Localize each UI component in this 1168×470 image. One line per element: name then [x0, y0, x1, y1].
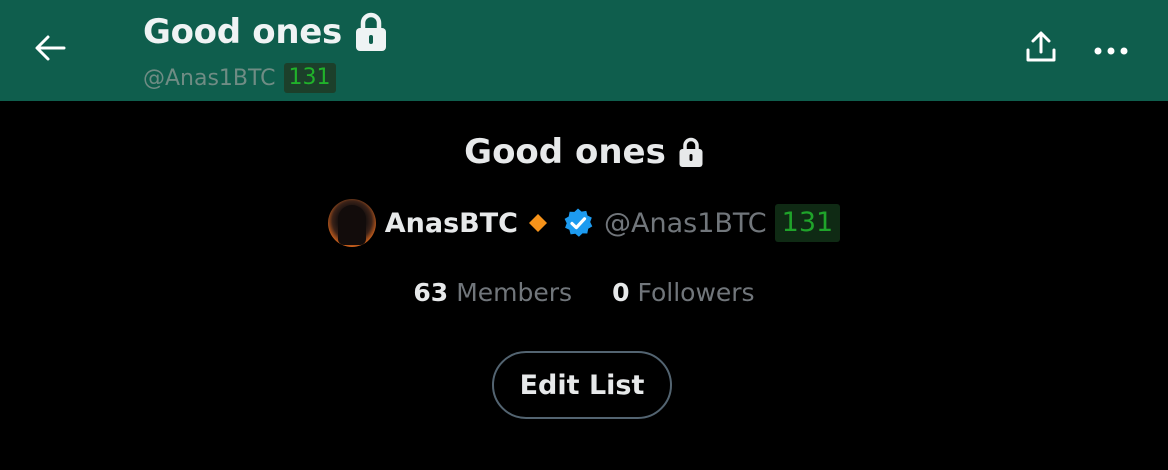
members-label: Members	[456, 277, 573, 307]
followers-count: 0	[612, 277, 630, 307]
header-handle: @Anas1BTC	[143, 65, 276, 91]
edit-list-label: Edit List	[519, 369, 645, 401]
orange-diamond-icon	[528, 213, 548, 233]
avatar[interactable]	[327, 199, 376, 247]
owner-count-badge: 131	[774, 204, 841, 242]
members-link[interactable]: 63 Members	[413, 278, 572, 307]
top-bar: Good ones @Anas1BTC 131	[0, 0, 1168, 101]
lock-icon	[678, 137, 704, 168]
more-horizontal-icon	[1094, 40, 1128, 59]
followers-link[interactable]: 0 Followers	[612, 278, 755, 307]
header-count-badge: 131	[283, 63, 336, 93]
lock-icon	[354, 12, 388, 52]
header-subtitle-row: @Anas1BTC 131	[143, 62, 336, 94]
edit-list-button[interactable]: Edit List	[492, 351, 672, 419]
list-title-row: Good ones	[0, 128, 1168, 176]
share-button[interactable]	[1020, 28, 1062, 70]
followers-label: Followers	[637, 277, 755, 307]
share-upload-icon	[1025, 30, 1057, 68]
header-title: Good ones	[143, 12, 342, 52]
header-title-row: Good ones	[143, 10, 388, 54]
owner-handle: @Anas1BTC	[604, 207, 767, 239]
more-options-button[interactable]	[1090, 28, 1132, 70]
verified-badge-icon	[562, 207, 594, 239]
back-button[interactable]	[28, 30, 72, 70]
list-stats: 63 Members 0 Followers	[0, 272, 1168, 312]
owner-name[interactable]: AnasBTC	[385, 208, 518, 239]
list-title: Good ones	[464, 132, 666, 172]
list-owner-row[interactable]: AnasBTC @Anas1BTC 131	[0, 198, 1168, 248]
arrow-left-icon	[34, 34, 66, 66]
members-count: 63	[413, 277, 449, 307]
